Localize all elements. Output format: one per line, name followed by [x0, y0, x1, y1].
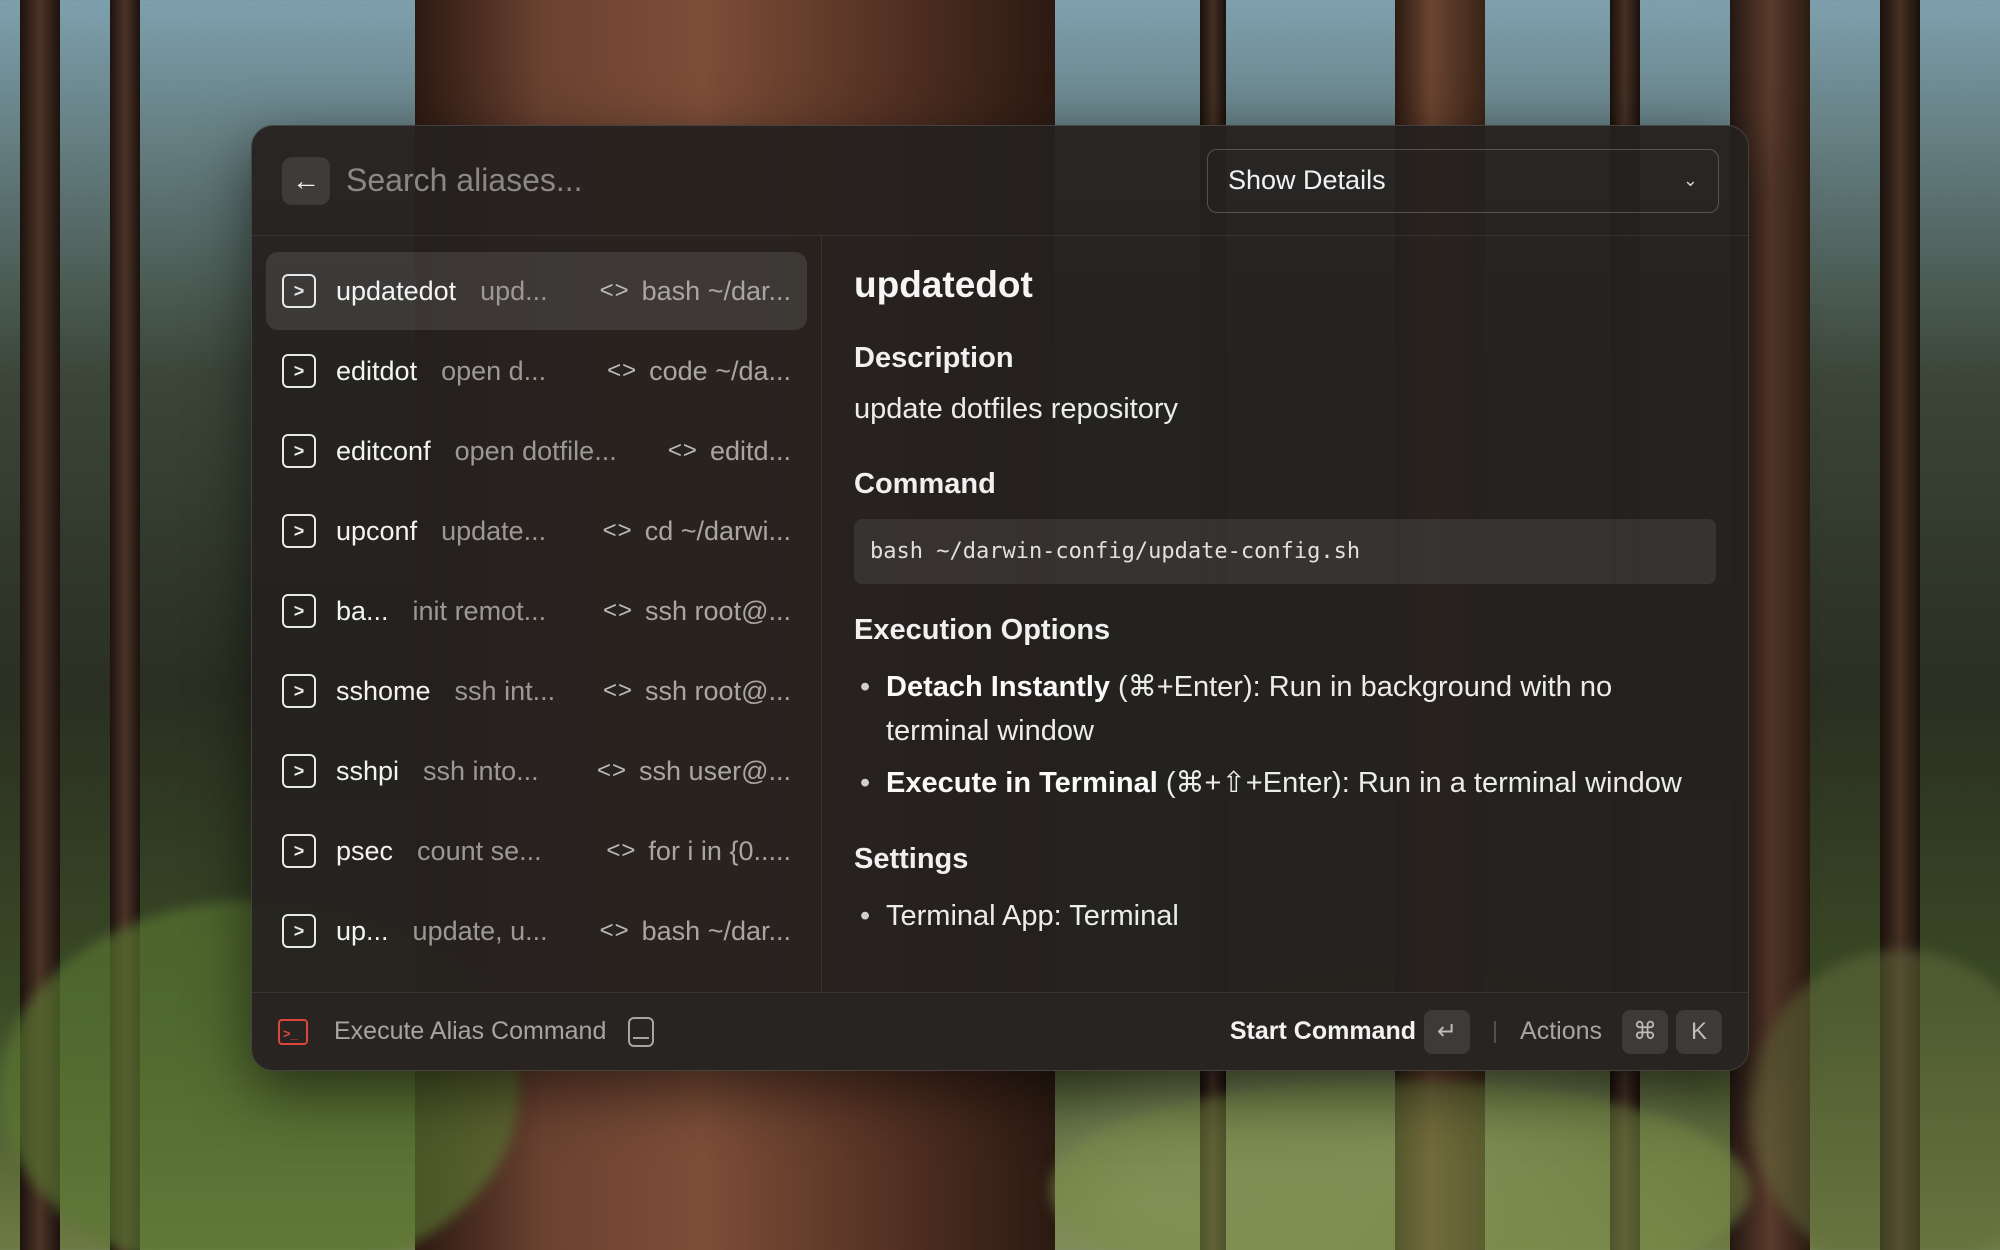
alias-command: ssh user@... — [639, 755, 791, 786]
alias-name: up... — [336, 915, 389, 946]
code-icon: <> — [599, 917, 630, 944]
alias-list-item[interactable]: > psec count se... <> for i in {0..... — [266, 812, 807, 890]
alias-name: sshpi — [336, 755, 400, 786]
search-header: ← Show Details ⌄ — [252, 126, 1748, 236]
back-button[interactable]: ← — [282, 156, 330, 205]
alias-name: editdot — [336, 355, 418, 386]
alias-name: upconf — [336, 515, 418, 546]
alias-command: code ~/da... — [649, 355, 791, 386]
description-text: update dotfiles repository — [854, 393, 1179, 425]
alias-list-item[interactable]: > editdot open d... <> code ~/da... — [266, 332, 807, 410]
drive-icon — [628, 1016, 655, 1047]
terminal-prompt-icon: > — [282, 514, 316, 548]
settings-heading: Settings — [854, 843, 969, 875]
command-title: Execute Alias Command — [334, 1017, 607, 1045]
execution-heading: Execution Options — [854, 614, 1111, 646]
alias-list-item[interactable]: > updatedot upd... <> bash ~/dar... — [266, 252, 807, 330]
alias-description: open d... — [441, 355, 547, 386]
alias-name: psec — [336, 835, 394, 866]
action-bar: >_ Execute Alias Command Start Command ↵… — [252, 992, 1748, 1070]
start-command-button[interactable]: Start Command — [1230, 1017, 1416, 1046]
dropdown-label: Show Details — [1228, 165, 1386, 195]
execution-option: Execute in Terminal (⌘+⇧+Enter): Run in … — [854, 761, 1716, 805]
detail-title: updatedot — [854, 264, 1033, 305]
search-input[interactable] — [346, 155, 1207, 206]
actions-button[interactable]: Actions — [1520, 1017, 1602, 1046]
details-dropdown[interactable]: Show Details ⌄ — [1207, 148, 1719, 213]
alias-command: bash ~/dar... — [641, 915, 791, 946]
code-icon: <> — [667, 437, 698, 464]
command-heading: Command — [854, 468, 996, 500]
alias-list-item[interactable]: > sshome ssh int... <> ssh root@... — [266, 652, 807, 730]
code-icon: <> — [606, 837, 637, 864]
alias-command: editd... — [709, 435, 791, 466]
execution-option: Detach Instantly (⌘+Enter): Run in backg… — [854, 665, 1716, 753]
alias-list-item[interactable]: > up... update, u... <> bash ~/dar... — [266, 892, 807, 970]
terminal-prompt-icon: > — [282, 354, 316, 388]
terminal-icon: >_ — [278, 1018, 308, 1045]
alias-description: count se... — [417, 835, 542, 866]
alias-command: ssh root@... — [645, 675, 791, 706]
terminal-prompt-icon: > — [282, 754, 316, 788]
alias-description: upd... — [480, 275, 548, 306]
divider — [1494, 1020, 1497, 1043]
terminal-prompt-icon: > — [282, 914, 316, 948]
alias-description: update, u... — [412, 915, 548, 946]
alias-description: update... — [441, 515, 547, 546]
alias-name: editconf — [336, 435, 431, 466]
enter-key-hint: ↵ — [1424, 1009, 1471, 1054]
code-icon: <> — [603, 677, 634, 704]
k-key-hint: K — [1676, 1009, 1722, 1054]
terminal-prompt-icon: > — [282, 594, 316, 628]
description-heading: Description — [854, 342, 1014, 374]
terminal-prompt-icon: > — [282, 434, 316, 468]
alias-name: ba... — [336, 595, 389, 626]
alias-command: ssh root@... — [645, 595, 791, 626]
alias-list-item[interactable]: > upconf update... <> cd ~/darwi... — [266, 492, 807, 570]
alias-description: ssh int... — [454, 675, 556, 706]
cmd-key-hint: ⌘ — [1622, 1009, 1668, 1054]
alias-list-item[interactable]: > ba... init remot... <> ssh root@... — [266, 572, 807, 650]
setting-item: Terminal App: Terminal — [854, 894, 1716, 938]
alias-name: sshome — [336, 675, 431, 706]
chevron-down-icon: ⌄ — [1682, 170, 1698, 190]
code-icon: <> — [607, 357, 638, 384]
alias-command: cd ~/darwi... — [644, 515, 791, 546]
execution-options-list: Detach Instantly (⌘+Enter): Run in backg… — [854, 665, 1716, 805]
alias-launcher-window: ← Show Details ⌄ > updatedot upd... <> bash … — [251, 125, 1749, 1071]
code-icon: <> — [599, 277, 630, 304]
alias-description: init remot... — [412, 595, 547, 626]
alias-list-item[interactable]: > editconf open dotfile... <> editd... — [266, 412, 807, 490]
settings-list: Terminal App: Terminal — [854, 894, 1716, 938]
detail-panel: updatedot Description update dotfiles re… — [822, 236, 1748, 994]
terminal-prompt-icon: > — [282, 834, 316, 868]
alias-list-item[interactable]: > sshpi ssh into... <> ssh user@... — [266, 732, 807, 810]
alias-list: > updatedot upd... <> bash ~/dar... > editdot o… — [252, 236, 822, 994]
code-icon: <> — [603, 597, 634, 624]
code-icon: <> — [597, 757, 628, 784]
alias-description: ssh into... — [423, 755, 539, 786]
alias-name: updatedot — [336, 275, 457, 306]
alias-command: for i in {0..... — [648, 835, 791, 866]
arrow-left-icon: ← — [292, 164, 320, 196]
terminal-prompt-icon: > — [282, 674, 316, 708]
terminal-prompt-icon: > — [282, 274, 316, 308]
code-icon: <> — [602, 517, 633, 544]
background-foliage — [1050, 1080, 1750, 1250]
alias-description: open dotfile... — [454, 435, 617, 466]
command-code: bash ~/darwin-config/update-config.sh — [854, 519, 1716, 584]
alias-command: bash ~/dar... — [641, 275, 791, 306]
